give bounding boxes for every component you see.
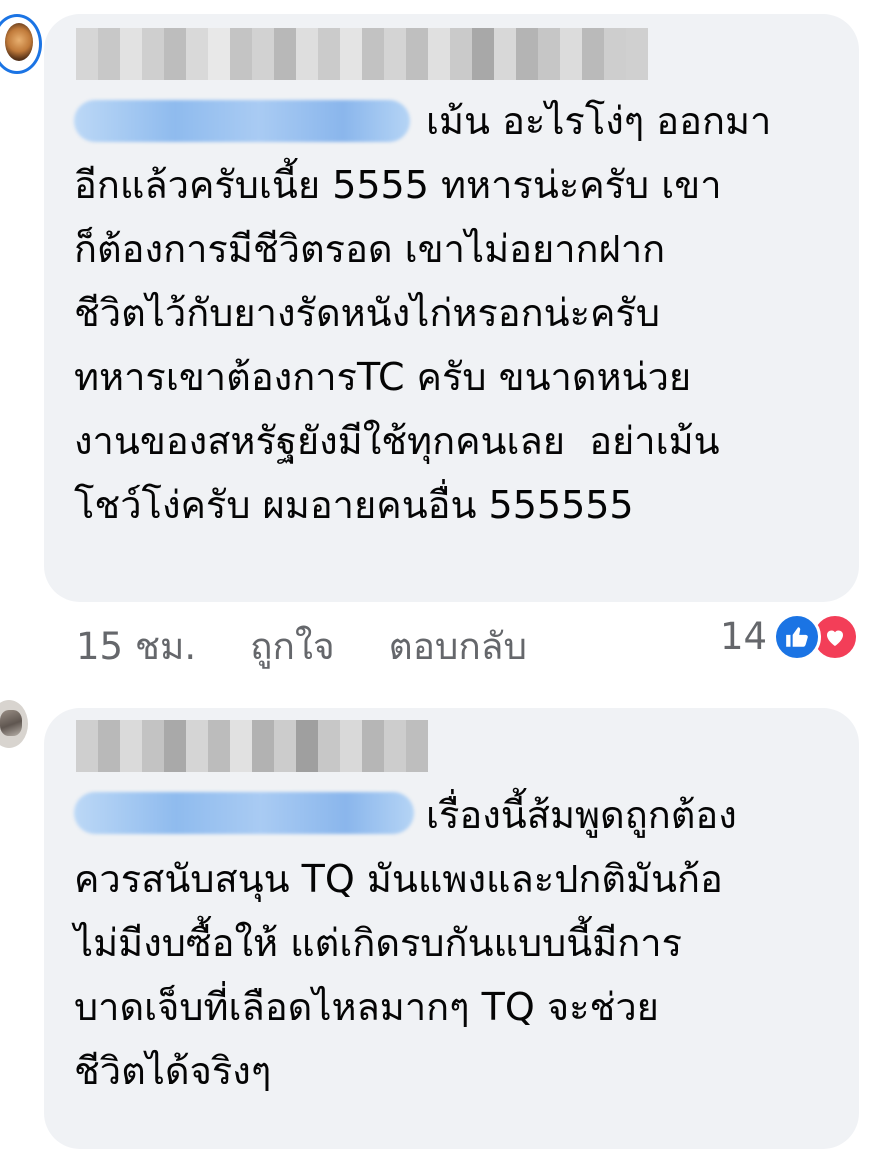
like-icon (773, 613, 822, 661)
reply-button[interactable]: ตอบกลับ (389, 622, 527, 672)
comment-actions: 15 ชม. ถูกใจ ตอบกลับ (76, 622, 581, 672)
commenter-name-blurred[interactable] (76, 720, 442, 772)
comment-text: เม้น อะไรโง่ๆ ออกมา อีกแล้วครับเนี้ย 555… (74, 99, 772, 527)
reaction-count: 14 (720, 615, 768, 658)
commenter-avatar[interactable] (0, 700, 28, 748)
comment-time[interactable]: 15 ชม. (76, 622, 196, 672)
comment-text: เรื่องนี้ส้มพูดถูกต้อง ควรสนับสนุน TQ มั… (74, 793, 737, 1093)
commenter-avatar[interactable] (0, 14, 42, 74)
commenter-name-blurred[interactable] (76, 28, 652, 80)
like-button[interactable]: ถูกใจ (250, 622, 335, 672)
reaction-summary[interactable]: 14 (720, 612, 860, 662)
